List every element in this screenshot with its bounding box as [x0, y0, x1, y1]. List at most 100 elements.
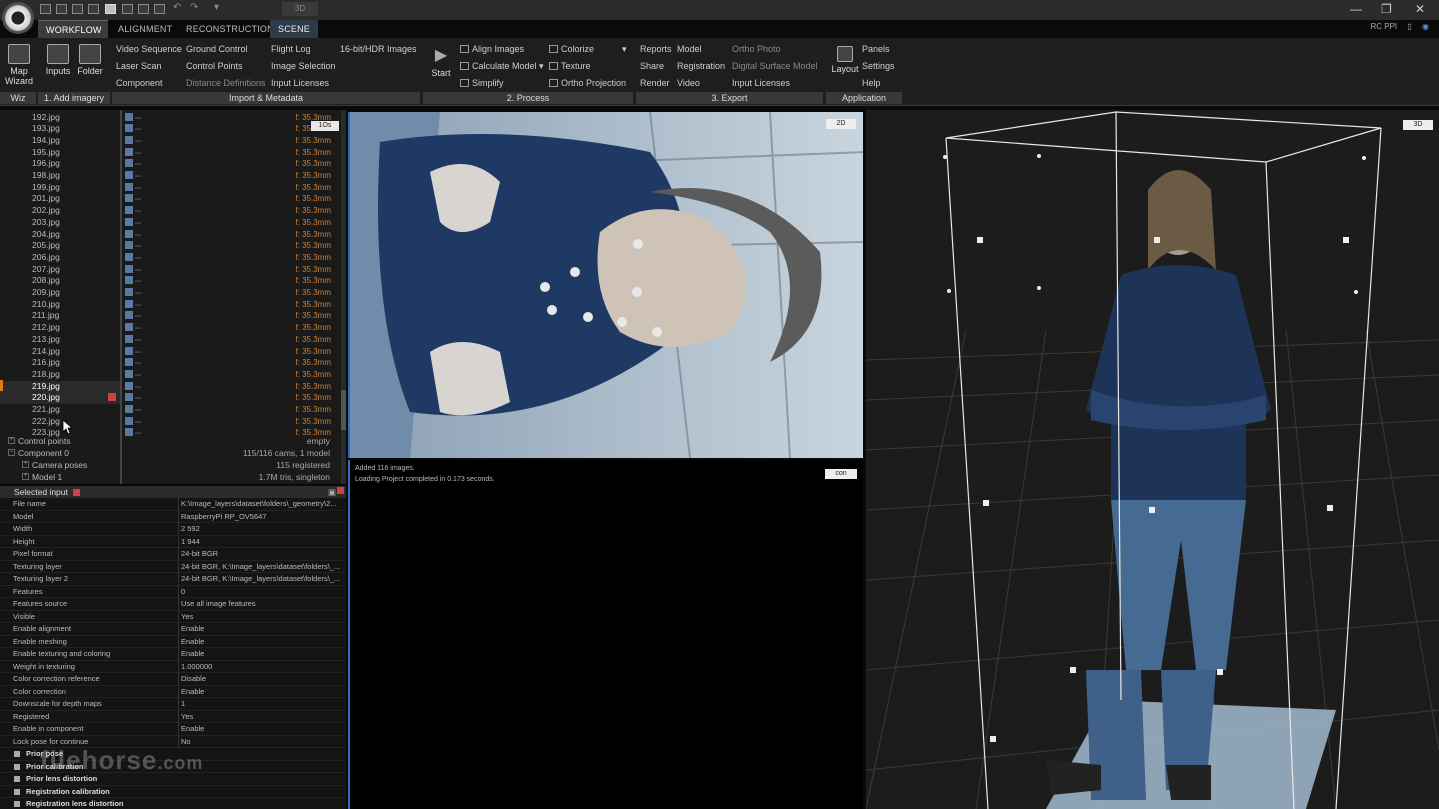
render-button[interactable]: Render: [640, 77, 670, 89]
restore-button[interactable]: ❐: [1381, 2, 1392, 16]
dsm-button[interactable]: Digital Surface Model: [732, 60, 818, 72]
align-images-button[interactable]: Align Images: [460, 43, 524, 55]
property-value[interactable]: RaspberryPi RP_OV5647: [181, 511, 343, 523]
property-row[interactable]: Width 2 592: [0, 523, 346, 536]
laser-scan-button[interactable]: Laser Scan: [116, 60, 162, 72]
property-row[interactable]: File name K:\Image_layers\dataset\folders…: [0, 498, 346, 511]
property-row[interactable]: Texturing layer 2 24-bit BGR, K:\Image_la…: [0, 573, 346, 586]
simplify-button[interactable]: Simplify: [460, 77, 504, 89]
property-value[interactable]: Enable: [181, 723, 343, 735]
tree-component-0[interactable]: − Component 0 115/116 cams, 1 model: [0, 447, 340, 459]
image-selection-button[interactable]: Image Selection: [271, 60, 336, 72]
file-meta-row[interactable]: ▫▫▫ f: 35.3mm: [123, 252, 343, 264]
app-logo-icon[interactable]: [2, 2, 34, 34]
property-value[interactable]: 24-bit BGR, K:\Image_layers\dataset\fold…: [181, 573, 343, 585]
file-row[interactable]: 195.jpg: [0, 147, 120, 159]
file-meta-row[interactable]: ▫▫▫ f: 35.3mm: [123, 147, 343, 159]
tab-workflow[interactable]: WORKFLOW: [38, 20, 108, 38]
property-row[interactable]: Weight in texturing 1.000000: [0, 660, 346, 673]
file-meta-row[interactable]: ▫▫▫ f: 35.3mm: [123, 427, 343, 439]
property-row[interactable]: Texturing layer 24-bit BGR, K:\Image_laye…: [0, 560, 346, 573]
list-scrollbar-thumb[interactable]: [341, 390, 346, 430]
layout-icon-1[interactable]: [56, 4, 67, 14]
file-row[interactable]: 203.jpg: [0, 217, 120, 229]
property-row[interactable]: Features source Use all image features: [0, 598, 346, 611]
layout-icon-4[interactable]: [105, 4, 116, 14]
expand-icon[interactable]: [14, 763, 20, 770]
file-row[interactable]: 198.jpg: [0, 170, 120, 182]
property-value[interactable]: Yes: [181, 611, 343, 623]
file-row[interactable]: 213.jpg: [0, 334, 120, 346]
expand-icon[interactable]: [14, 776, 20, 782]
list-divider[interactable]: [120, 110, 122, 484]
file-row[interactable]: 212.jpg: [0, 322, 120, 334]
reports-button[interactable]: Reports: [640, 43, 672, 55]
file-meta-row[interactable]: ▫▫▫ f: 35.3mm: [123, 264, 343, 276]
file-row[interactable]: 219.jpg: [0, 380, 120, 393]
file-row[interactable]: 209.jpg: [0, 287, 120, 299]
property-value[interactable]: 2 592: [181, 523, 343, 535]
tab-scene[interactable]: SCENE: [270, 20, 318, 38]
property-value[interactable]: 1.000000: [181, 661, 343, 673]
export-video-button[interactable]: Video: [677, 77, 700, 89]
property-value[interactable]: Enable: [181, 648, 343, 660]
file-meta-row[interactable]: ▫▫▫ f: 35.3mm: [123, 182, 343, 194]
expand-icon[interactable]: [14, 751, 20, 757]
file-meta-row[interactable]: ▫▫▫ f: 35.3mm: [123, 158, 343, 170]
ortho-projection-button[interactable]: Ortho Projection: [549, 77, 626, 89]
export-registration-button[interactable]: Registration: [677, 60, 725, 72]
property-row[interactable]: Registered Yes: [0, 710, 346, 723]
close-panel-icon[interactable]: [337, 487, 344, 494]
layout-icon-6[interactable]: [138, 4, 149, 14]
file-meta-row[interactable]: ▫▫▫ f: 35.3mm: [123, 135, 343, 147]
expand-icon[interactable]: [14, 801, 20, 807]
inputs-button[interactable]: Inputs: [44, 44, 72, 76]
file-row[interactable]: 221.jpg: [0, 404, 120, 416]
scene-view-3d[interactable]: [866, 110, 1439, 809]
ground-control-button[interactable]: Ground Control: [186, 43, 248, 55]
property-value[interactable]: Enable: [181, 623, 343, 635]
property-value[interactable]: 1 944: [181, 536, 343, 548]
file-row[interactable]: 214.jpg: [0, 346, 120, 358]
property-row[interactable]: Pixel format 24-bit BGR: [0, 548, 346, 561]
file-meta-row[interactable]: ▫▫▫ f: 35.3mm: [123, 416, 343, 428]
property-value[interactable]: Yes: [181, 711, 343, 723]
file-meta-row[interactable]: ▫▫▫ f: 35.3mm: [123, 369, 343, 381]
colorize-dropdown-icon[interactable]: ▾: [622, 43, 627, 55]
file-row[interactable]: 194.jpg: [0, 135, 120, 147]
expand-icon[interactable]: +: [8, 437, 15, 444]
view-2d-badge[interactable]: 2D: [826, 119, 856, 129]
remove-icon[interactable]: [108, 393, 116, 401]
start-button[interactable]: ▶ Start: [428, 46, 454, 78]
tab-alignment[interactable]: ALIGNMENT: [110, 20, 172, 38]
property-value[interactable]: 24-bit BGR, K:\Image_layers\dataset\fold…: [181, 561, 343, 573]
file-meta-row[interactable]: ▫▫▫ f: 35.3mm: [123, 240, 343, 252]
file-row[interactable]: 220.jpg: [0, 392, 120, 404]
colorize-button[interactable]: Colorize: [549, 43, 594, 55]
property-value[interactable]: 24-bit BGR: [181, 548, 343, 560]
property-row[interactable]: Color correction Enable: [0, 685, 346, 698]
file-row[interactable]: 206.jpg: [0, 252, 120, 264]
file-row[interactable]: 208.jpg: [0, 275, 120, 287]
property-row[interactable]: Height 1 944: [0, 535, 346, 548]
tab-reconstruction[interactable]: RECONSTRUCTION: [178, 20, 274, 38]
flight-log-button[interactable]: Flight Log: [271, 43, 311, 55]
file-meta-row[interactable]: ▫▫▫ f: 35.3mm: [123, 205, 343, 217]
property-value[interactable]: Use all image features: [181, 598, 343, 610]
property-row[interactable]: Model RaspberryPi RP_OV5647: [0, 510, 346, 523]
file-row[interactable]: 211.jpg: [0, 310, 120, 322]
layout-button[interactable]: Layout: [830, 46, 860, 74]
distance-definitions-button[interactable]: Distance Definitions: [186, 77, 266, 89]
file-meta-row[interactable]: ▫▫▫ f: 35.3mm: [123, 310, 343, 322]
file-meta-row[interactable]: ▫▫▫ f: 35.3mm: [123, 334, 343, 346]
expand-icon[interactable]: +: [22, 473, 29, 480]
file-meta-row[interactable]: ▫▫▫ f: 35.3mm: [123, 404, 343, 416]
file-meta-row[interactable]: ▫▫▫ f: 35.3mm: [123, 322, 343, 334]
property-value[interactable]: 1: [181, 698, 343, 710]
property-row[interactable]: Enable alignment Enable: [0, 623, 346, 636]
expand-icon[interactable]: +: [22, 461, 29, 468]
file-meta-row[interactable]: ▫▫▫ f: 35.3mm: [123, 392, 343, 404]
file-meta-row[interactable]: ▫▫▫ f: 35.3mm: [123, 170, 343, 182]
expand-icon[interactable]: [14, 788, 20, 795]
export-model-button[interactable]: Model: [677, 43, 702, 55]
